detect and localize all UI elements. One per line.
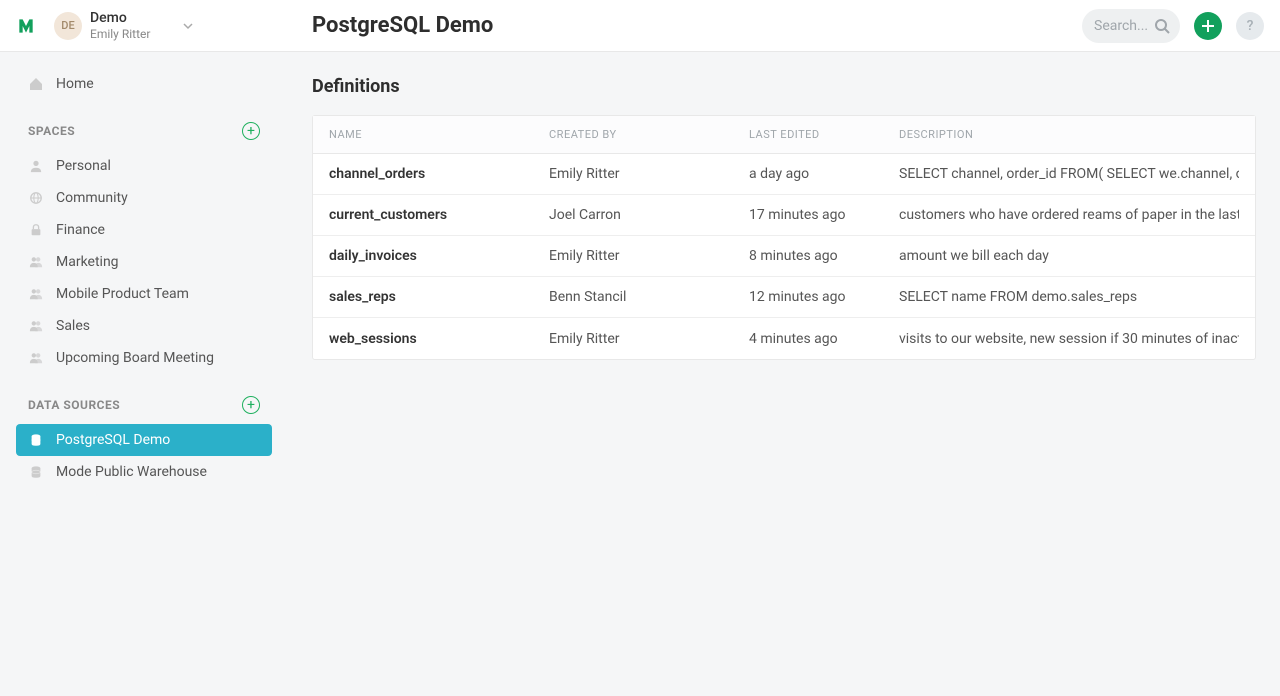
sidebar-data-source-item[interactable]: PostgreSQL Demo	[16, 424, 272, 456]
def-created-by: Joel Carron	[549, 207, 749, 223]
spaces-section-label: SPACES	[28, 124, 75, 138]
table-row[interactable]: sales_repsBenn Stancil12 minutes agoSELE…	[313, 277, 1255, 318]
col-header-description[interactable]: DESCRIPTION	[899, 128, 1239, 141]
nav-home-label: Home	[56, 76, 94, 92]
add-data-source-button[interactable]: +	[242, 396, 260, 414]
add-space-button[interactable]: +	[242, 122, 260, 140]
def-name: current_customers	[329, 207, 549, 223]
sidebar-item-label: Personal	[56, 158, 111, 174]
nav-home[interactable]: Home	[16, 68, 272, 100]
help-button[interactable]: ?	[1236, 12, 1264, 40]
def-last-edited: a day ago	[749, 166, 899, 182]
def-name: web_sessions	[329, 331, 549, 347]
def-created-by: Emily Ritter	[549, 166, 749, 182]
globe-icon	[28, 190, 44, 206]
home-icon	[28, 76, 44, 92]
def-created-by: Emily Ritter	[549, 331, 749, 347]
table-row[interactable]: current_customersJoel Carron17 minutes a…	[313, 195, 1255, 236]
def-last-edited: 17 minutes ago	[749, 207, 899, 223]
sidebar-space-item[interactable]: Marketing	[16, 246, 272, 278]
sidebar-space-item[interactable]: Upcoming Board Meeting	[16, 342, 272, 374]
table-row[interactable]: daily_invoicesEmily Ritter8 minutes agoa…	[313, 236, 1255, 277]
def-created-by: Benn Stancil	[549, 289, 749, 305]
def-name: daily_invoices	[329, 248, 549, 264]
database-icon	[28, 464, 44, 480]
sidebar-item-label: Community	[56, 190, 128, 206]
user-icon	[28, 158, 44, 174]
page-title: PostgreSQL Demo	[312, 13, 493, 38]
search-icon	[1154, 18, 1170, 34]
def-description: visits to our website, new session if 30…	[899, 331, 1239, 347]
account-avatar: DE	[54, 12, 82, 40]
data-sources-section-label: DATA SOURCES	[28, 398, 120, 412]
search-placeholder: Search...	[1094, 18, 1148, 34]
sidebar-space-item[interactable]: Personal	[16, 150, 272, 182]
def-last-edited: 8 minutes ago	[749, 248, 899, 264]
def-name: sales_reps	[329, 289, 549, 305]
users-icon	[28, 286, 44, 302]
col-header-name[interactable]: NAME	[329, 128, 549, 141]
definitions-title: Definitions	[312, 76, 1256, 97]
account-switcher[interactable]: DE Demo Emily Ritter	[54, 10, 194, 41]
account-user: Emily Ritter	[90, 27, 150, 41]
sidebar-item-label: Mobile Product Team	[56, 286, 189, 302]
lock-icon	[28, 222, 44, 238]
def-last-edited: 4 minutes ago	[749, 331, 899, 347]
def-description: customers who have ordered reams of pape…	[899, 207, 1239, 223]
def-last-edited: 12 minutes ago	[749, 289, 899, 305]
add-button[interactable]	[1194, 12, 1222, 40]
def-description: amount we bill each day	[899, 248, 1239, 264]
sidebar-item-label: Finance	[56, 222, 105, 238]
sidebar-space-item[interactable]: Sales	[16, 310, 272, 342]
col-header-created-by[interactable]: CREATED BY	[549, 128, 749, 141]
sidebar-space-item[interactable]: Finance	[16, 214, 272, 246]
def-description: SELECT channel, order_id FROM( SELECT we…	[899, 166, 1239, 182]
definitions-table: NAME CREATED BY LAST EDITED DESCRIPTION …	[312, 115, 1256, 360]
def-created-by: Emily Ritter	[549, 248, 749, 264]
def-description: SELECT name FROM demo.sales_reps	[899, 289, 1239, 305]
sidebar-item-label: Sales	[56, 318, 90, 334]
sidebar-item-label: Upcoming Board Meeting	[56, 350, 214, 366]
table-row[interactable]: web_sessionsEmily Ritter4 minutes agovis…	[313, 318, 1255, 359]
database-icon	[28, 432, 44, 448]
logo[interactable]	[16, 16, 36, 36]
users-icon	[28, 350, 44, 366]
account-name: Demo	[90, 10, 150, 27]
col-header-last-edited[interactable]: LAST EDITED	[749, 128, 899, 141]
sidebar-space-item[interactable]: Community	[16, 182, 272, 214]
sidebar-data-source-item[interactable]: Mode Public Warehouse	[16, 456, 272, 488]
users-icon	[28, 254, 44, 270]
sidebar-item-label: Marketing	[56, 254, 119, 270]
chevron-down-icon	[182, 20, 194, 32]
def-name: channel_orders	[329, 166, 549, 182]
sidebar-space-item[interactable]: Mobile Product Team	[16, 278, 272, 310]
sidebar-item-label: Mode Public Warehouse	[56, 464, 207, 480]
table-row[interactable]: channel_ordersEmily Rittera day agoSELEC…	[313, 154, 1255, 195]
users-icon	[28, 318, 44, 334]
sidebar-item-label: PostgreSQL Demo	[56, 432, 170, 448]
search-input[interactable]: Search...	[1082, 9, 1180, 43]
